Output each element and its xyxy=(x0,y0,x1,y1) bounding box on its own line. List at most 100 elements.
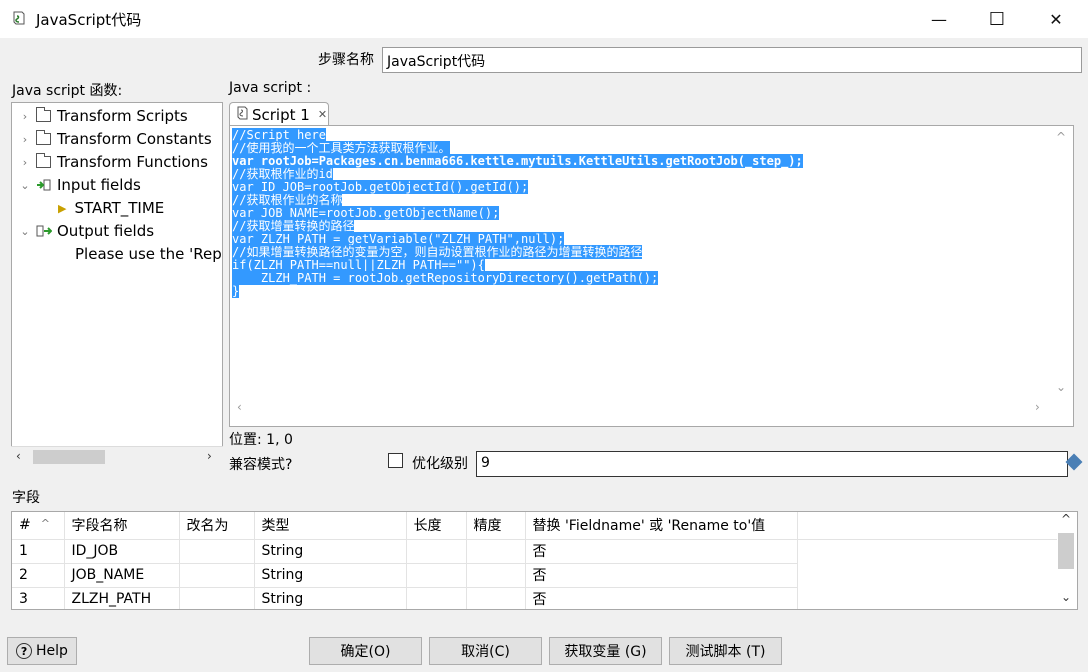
code-line: //获取根作业的名称 xyxy=(232,193,343,207)
variable-icon[interactable] xyxy=(1065,453,1083,471)
table-cell[interactable] xyxy=(179,539,255,564)
table-cell[interactable]: String xyxy=(254,587,407,609)
chevron-down-icon[interactable]: ⌄ xyxy=(18,225,32,238)
editor-vertical-scrollbar[interactable]: ^ ⌄ xyxy=(1050,128,1072,398)
table-cell[interactable]: JOB_NAME xyxy=(64,563,180,588)
column-header[interactable]: 字段名称 xyxy=(64,512,180,540)
folder-icon xyxy=(36,130,51,145)
chevron-right-icon[interactable]: › xyxy=(18,110,32,123)
window-title: JavaScript代码 xyxy=(36,11,142,29)
table-cell-filler xyxy=(797,587,1057,609)
table-cell[interactable]: String xyxy=(254,563,407,588)
script-label: Java script : xyxy=(229,80,312,96)
tree-item-transform-functions[interactable]: › Transform Functions xyxy=(18,151,208,173)
table-row[interactable]: 3 ZLZH_PATH String 否 xyxy=(12,587,1057,609)
tree-item-input-fields[interactable]: ⌄ Input fields xyxy=(18,174,140,196)
chevron-right-icon[interactable]: › xyxy=(18,156,32,169)
scroll-right-icon[interactable]: › xyxy=(1035,400,1040,414)
sort-up-icon[interactable]: ^ xyxy=(41,517,50,530)
chevron-down-icon[interactable]: ⌄ xyxy=(18,179,32,192)
table-cell[interactable]: 否 xyxy=(525,563,798,588)
column-header[interactable]: 长度 xyxy=(406,512,467,540)
field-arrow-icon: ▶ xyxy=(58,201,67,215)
compat-mode-checkbox[interactable] xyxy=(388,453,403,468)
close-tab-icon[interactable]: ✕ xyxy=(318,108,327,121)
table-cell[interactable] xyxy=(406,563,467,588)
optimization-label: 优化级别 xyxy=(412,456,468,472)
code-line: var rootJob=Packages.cn.benma666.kettle.… xyxy=(232,154,803,168)
table-cell[interactable] xyxy=(406,587,467,609)
column-header[interactable]: 改名为 xyxy=(179,512,255,540)
table-header-row: # ^ 字段名称 改名为 类型 长度 精度 替换 'Fieldname' 或 'R… xyxy=(12,512,1057,540)
code-block[interactable]: //Script here //使用我的一个工具类方法获取根作业。 var ro… xyxy=(232,128,803,298)
help-icon: ? xyxy=(16,643,33,659)
ok-button[interactable]: 确定(O) xyxy=(309,637,422,665)
scroll-up-icon[interactable]: ^ xyxy=(1056,130,1066,144)
scroll-thumb[interactable] xyxy=(1058,533,1074,569)
table-cell[interactable]: 否 xyxy=(525,587,798,609)
table-cell[interactable]: 2 xyxy=(12,563,65,588)
chevron-right-icon[interactable]: › xyxy=(18,133,32,146)
code-line: //使用我的一个工具类方法获取根作业。 xyxy=(232,141,451,155)
scroll-down-icon[interactable]: ⌄ xyxy=(1056,380,1066,394)
code-line: ZLZH_PATH = rootJob.getRepositoryDirecto… xyxy=(232,271,659,285)
table-row[interactable]: 2 JOB_NAME String 否 xyxy=(12,563,1057,588)
tree-item-output-fields[interactable]: ⌄ Output fields xyxy=(18,220,154,242)
get-variables-button[interactable]: 获取变量 (G) xyxy=(549,637,662,665)
tree-horizontal-scrollbar[interactable]: ‹ › xyxy=(11,446,223,467)
table-cell[interactable]: ID_JOB xyxy=(64,539,180,564)
code-line: var JOB_NAME=rootJob.getObjectName(); xyxy=(232,206,500,220)
code-line: var ID_JOB=rootJob.getObjectId().getId()… xyxy=(232,180,529,194)
functions-tree[interactable]: › Transform Scripts › Transform Constant… xyxy=(11,102,223,467)
maximize-button[interactable]: ☐ xyxy=(974,0,1020,38)
column-header[interactable]: 类型 xyxy=(254,512,407,540)
scroll-down-icon[interactable]: ⌄ xyxy=(1061,590,1071,604)
tree-item-replace-hint[interactable]: Please use the 'Repla xyxy=(75,243,222,265)
close-button[interactable]: ✕ xyxy=(1033,0,1079,38)
table-cell[interactable] xyxy=(466,587,526,609)
fields-label: 字段 xyxy=(12,490,40,506)
input-fields-icon xyxy=(36,178,52,192)
table-cell[interactable]: ZLZH_PATH xyxy=(64,587,180,609)
table-cell[interactable]: String xyxy=(254,539,407,564)
code-line: //如果增量转换路径的变量为空，则自动设置根作业的路径为增量转换的路径 xyxy=(232,245,643,259)
step-name-label: 步骤名称 xyxy=(318,52,374,68)
fields-table[interactable]: # ^ 字段名称 改名为 类型 长度 精度 替换 'Fieldname' 或 'R… xyxy=(11,511,1078,610)
output-fields-icon xyxy=(36,224,53,238)
table-cell[interactable]: 1 xyxy=(12,539,65,564)
code-line: var ZLZH_PATH = getVariable("ZLZH_PATH",… xyxy=(232,232,565,246)
minimize-button[interactable]: — xyxy=(916,0,962,38)
table-row[interactable]: 1 ID_JOB String 否 xyxy=(12,539,1057,564)
scroll-right-icon[interactable]: › xyxy=(207,449,212,463)
column-header[interactable]: # ^ xyxy=(12,512,65,540)
scroll-thumb[interactable] xyxy=(33,450,105,464)
table-vertical-scrollbar[interactable]: ^ ⌄ xyxy=(1055,512,1077,609)
tab-script-1[interactable]: Script 1 ✕ xyxy=(229,102,329,126)
column-header[interactable]: 替换 'Fieldname' 或 'Rename to'值 xyxy=(525,512,798,540)
table-cell[interactable]: 3 xyxy=(12,587,65,609)
script-icon xyxy=(236,106,248,123)
table-cell[interactable]: 否 xyxy=(525,539,798,564)
table-cell-filler xyxy=(797,563,1057,587)
cursor-position: 位置: 1, 0 xyxy=(229,432,293,448)
cancel-button[interactable]: 取消(C) xyxy=(429,637,542,665)
tree-item-transform-constants[interactable]: › Transform Constants xyxy=(18,128,212,150)
table-cell[interactable] xyxy=(466,563,526,588)
scroll-left-icon[interactable]: ‹ xyxy=(237,400,242,414)
column-header[interactable]: 精度 xyxy=(466,512,526,540)
scroll-up-icon[interactable]: ^ xyxy=(1061,512,1071,526)
script-editor[interactable]: //Script here //使用我的一个工具类方法获取根作业。 var ro… xyxy=(229,126,1074,427)
tree-item-start-time[interactable]: ▶ START_TIME xyxy=(58,197,164,219)
table-cell[interactable] xyxy=(179,563,255,588)
table-cell[interactable] xyxy=(466,539,526,564)
step-name-input[interactable]: JavaScript代码 xyxy=(382,47,1082,73)
table-cell[interactable] xyxy=(179,587,255,609)
scroll-left-icon[interactable]: ‹ xyxy=(16,449,21,463)
test-script-button[interactable]: 测试脚本 (T) xyxy=(669,637,782,665)
help-button[interactable]: ? Help xyxy=(7,637,77,665)
optimization-input[interactable]: 9 xyxy=(476,451,1068,477)
tree-item-transform-scripts[interactable]: › Transform Scripts xyxy=(18,105,188,127)
table-cell[interactable] xyxy=(406,539,467,564)
functions-label: Java script 函数: xyxy=(12,83,123,99)
editor-horizontal-scrollbar[interactable]: ‹ › xyxy=(229,398,1050,420)
